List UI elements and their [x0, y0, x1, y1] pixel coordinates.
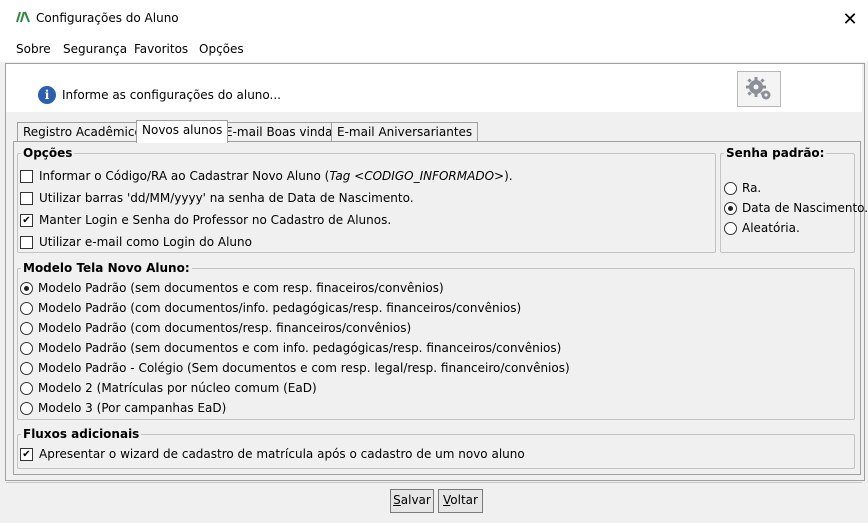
radio[interactable]: [20, 301, 33, 315]
menu-sobre[interactable]: Sobre: [16, 42, 51, 56]
salvar-button[interactable]: Salvar: [390, 489, 434, 513]
opcao-label: Manter Login e Senha do Professor no Cad…: [39, 213, 392, 227]
radio-selected[interactable]: [20, 281, 33, 295]
modelo-label: Modelo Padrão (com documentos/info. peda…: [38, 301, 522, 315]
modelo-label: Modelo Padrão (sem documentos e com info…: [38, 341, 562, 355]
modelo-option[interactable]: Modelo Padrão (com documentos/resp. fina…: [20, 321, 411, 335]
modelo-label: Modelo 2 (Matrículas por núcleo comum (E…: [38, 381, 317, 395]
info-icon: i: [38, 86, 56, 104]
modelo-option[interactable]: Modelo Padrão (sem documentos e com info…: [20, 341, 561, 355]
checkbox-checked[interactable]: ✔: [20, 213, 33, 227]
window-title: Configurações do Aluno: [36, 11, 179, 25]
opcao-utilizar-barras[interactable]: Utilizar barras 'dd/MM/yyyy' na senha de…: [20, 191, 414, 205]
modelo-label: Modelo Padrão (sem documentos e com resp…: [38, 281, 444, 295]
modelo-option[interactable]: Modelo 3 (Por campanhas EaD): [20, 401, 226, 415]
tab-email-boas-vindas[interactable]: E-mail Boas vindas: [219, 122, 345, 142]
tab-novos-alunos[interactable]: Novos alunos: [136, 120, 229, 143]
modelo-option[interactable]: Modelo Padrão - Colégio (Sem documentos …: [20, 361, 570, 375]
opcao-label-post: ).: [504, 169, 513, 183]
modelo-legend: Modelo Tela Novo Aluno:: [23, 261, 190, 275]
radio[interactable]: [20, 321, 33, 335]
senha-data-nascimento[interactable]: Data de Nascimento.: [724, 201, 868, 215]
tab-email-aniversariantes[interactable]: E-mail Aniversariantes: [331, 122, 479, 142]
checkbox[interactable]: [20, 191, 33, 205]
close-icon[interactable]: ✕: [836, 6, 864, 32]
modelo-label: Modelo Padrão - Colégio (Sem documentos …: [38, 361, 570, 375]
voltar-button[interactable]: Voltar: [438, 489, 483, 513]
checkbox[interactable]: [20, 235, 33, 249]
opcao-label: Utilizar e-mail como Login do Aluno: [39, 235, 252, 249]
opcao-manter-login[interactable]: ✔ Manter Login e Senha do Professor no C…: [20, 213, 391, 227]
settings-button[interactable]: [737, 71, 781, 107]
senha-aleatoria[interactable]: Aleatória.: [724, 221, 800, 235]
tab-registro-academico[interactable]: Registro Acadêmico: [17, 122, 148, 142]
senha-ra[interactable]: Ra.: [724, 181, 761, 195]
senha-label: Aleatória.: [742, 221, 800, 235]
radio[interactable]: [20, 381, 33, 395]
gears-icon: [746, 77, 771, 100]
info-text: Informe as configurações do aluno...: [62, 88, 281, 102]
opcao-label-pre: Informar o Código/RA ao Cadastrar Novo A…: [39, 169, 330, 183]
opcoes-legend: Opções: [23, 146, 73, 160]
modelo-label: Modelo Padrão (com documentos/resp. fina…: [38, 321, 412, 335]
fluxo-wizard-matricula[interactable]: ✔ Apresentar o wizard de cadastro de mat…: [20, 447, 525, 461]
opcao-label-tag: Tag <CODIGO_INFORMADO>: [329, 169, 505, 183]
opcao-email-login[interactable]: Utilizar e-mail como Login do Aluno: [20, 235, 252, 249]
modelo-option[interactable]: Modelo 2 (Matrículas por núcleo comum (E…: [20, 381, 317, 395]
fluxo-label: Apresentar o wizard de cadastro de matrí…: [39, 447, 525, 461]
menu-bar: [0, 37, 868, 62]
fluxos-legend: Fluxos adicionais: [23, 427, 140, 441]
senha-legend: Senha padrão:: [726, 146, 825, 160]
menu-opcoes[interactable]: Opções: [199, 42, 244, 56]
app-logo-icon: [16, 11, 30, 23]
modelo-option[interactable]: Modelo Padrão (com documentos/info. peda…: [20, 301, 521, 315]
radio-selected[interactable]: [724, 201, 737, 215]
senha-label: Ra.: [742, 181, 762, 195]
radio[interactable]: [724, 181, 737, 195]
opcao-label: Utilizar barras 'dd/MM/yyyy' na senha de…: [39, 191, 414, 205]
opcao-informar-codigo[interactable]: Informar o Código/RA ao Cadastrar Novo A…: [20, 169, 513, 183]
modelo-label: Modelo 3 (Por campanhas EaD): [38, 401, 227, 415]
radio[interactable]: [20, 401, 33, 415]
checkbox-checked[interactable]: ✔: [20, 447, 33, 461]
modelo-option[interactable]: Modelo Padrão (sem documentos e com resp…: [20, 281, 444, 295]
checkbox[interactable]: [20, 169, 33, 183]
menu-seguranca[interactable]: Segurança: [63, 42, 127, 56]
senha-label: Data de Nascimento.: [742, 201, 868, 215]
senha-group: Senha padrão:: [720, 146, 855, 253]
radio[interactable]: [20, 361, 33, 375]
menu-favoritos[interactable]: Favoritos: [134, 42, 188, 56]
radio[interactable]: [20, 341, 33, 355]
radio[interactable]: [724, 221, 737, 235]
button-bar: [6, 482, 862, 521]
